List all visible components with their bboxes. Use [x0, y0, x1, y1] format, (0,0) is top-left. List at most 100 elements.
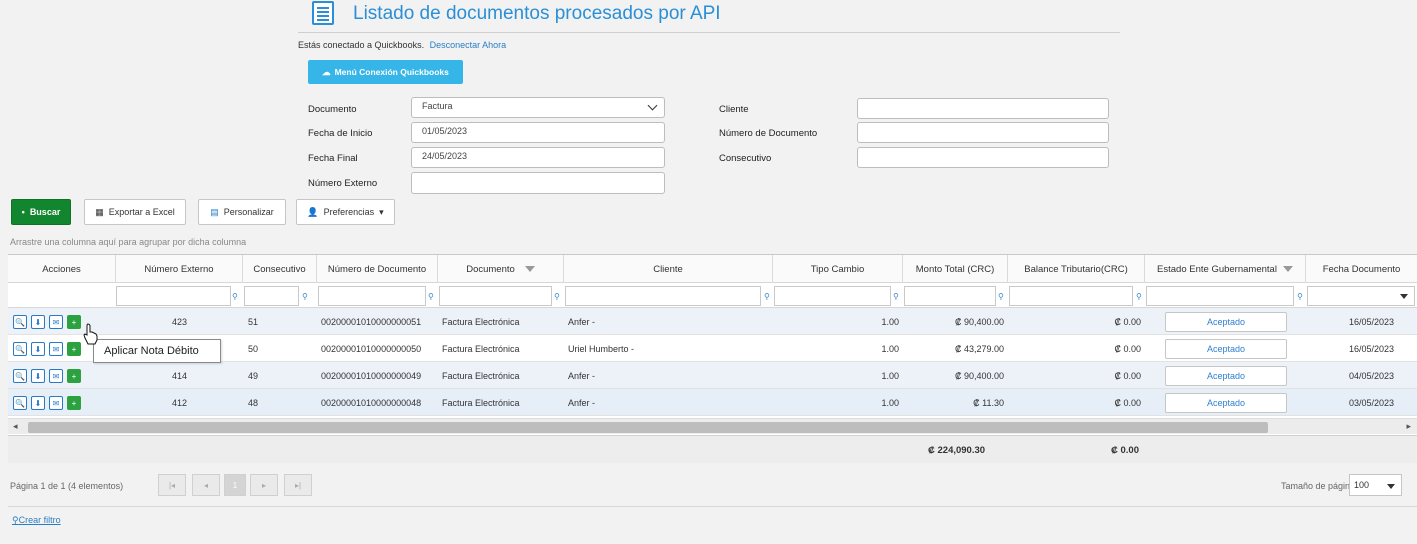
filter-funnel-icon[interactable] [524, 266, 535, 272]
download-icon[interactable]: ⬇ [31, 315, 45, 329]
col-acciones[interactable]: Acciones [8, 255, 116, 283]
col-fecha-documento[interactable]: Fecha Documento [1306, 255, 1417, 283]
download-icon[interactable]: ⬇ [31, 396, 45, 410]
exportar-label: Exportar a Excel [108, 207, 175, 217]
cell-consecutivo: 48 [248, 397, 259, 408]
cell-fecha: 04/05/2023 [1348, 370, 1394, 381]
filter-balance[interactable] [1009, 286, 1133, 306]
action-tooltip: Aplicar Nota Débito [93, 339, 221, 363]
scrollbar-thumb[interactable] [28, 422, 1268, 433]
preferencias-dropdown[interactable]: 👤 Preferencias ▾ [296, 199, 395, 225]
scroll-left-icon[interactable]: ◂ [13, 421, 18, 432]
horizontal-scrollbar[interactable]: ◂ ▸ [8, 418, 1417, 434]
view-icon[interactable]: 🔍 [13, 396, 27, 410]
filter-numero-documento[interactable] [318, 286, 426, 306]
cell-monto-total: ₡ 11.30 [973, 397, 1004, 408]
col-tipo-cambio[interactable]: Tipo Cambio [773, 255, 903, 283]
filter-monto-total[interactable] [904, 286, 996, 306]
col-estado[interactable]: Estado Ente Gubernamental [1145, 255, 1306, 283]
filter-options-icon[interactable]: ⚲ [232, 292, 238, 301]
status-badge[interactable]: Aceptado [1165, 366, 1287, 386]
fecha-inicio-input[interactable]: 01/05/2023 [411, 122, 665, 143]
col-consecutivo[interactable]: Consecutivo [243, 255, 317, 283]
table-row[interactable]: 🔍 ⬇ ✉ + 414 49 00200001010000000049 Fact… [8, 362, 1417, 389]
filter-options-icon[interactable]: ⚲ [1297, 292, 1303, 301]
cell-balance: ₡ 0.00 [1114, 343, 1141, 354]
filter-options-icon[interactable]: ⚲ [764, 292, 770, 301]
next-page-button[interactable]: ▸ [250, 474, 278, 496]
fecha-final-input[interactable]: 24/05/2023 [411, 147, 665, 168]
apply-debit-note-icon[interactable]: + [67, 369, 81, 383]
col-documento[interactable]: Documento [438, 255, 564, 283]
filter-options-icon[interactable]: ⚲ [998, 292, 1004, 301]
cliente-input[interactable] [857, 98, 1109, 119]
disconnect-link[interactable]: Desconectar Ahora [430, 40, 507, 50]
cell-tipo-cambio: 1.00 [881, 316, 899, 327]
cell-numero-externo: 414 [171, 370, 188, 381]
buscar-label: Buscar [29, 207, 61, 217]
status-badge[interactable]: Aceptado [1165, 393, 1287, 413]
table-row[interactable]: 🔍 ⬇ ✉ + 412 48 00200001010000000048 Fact… [8, 389, 1417, 416]
filter-funnel-icon[interactable] [1282, 266, 1293, 272]
exportar-excel-button[interactable]: ▦ Exportar a Excel [84, 199, 186, 225]
filter-options-icon[interactable]: ⚲ [1136, 292, 1142, 301]
table-row[interactable]: 🔍 ⬇ ✉ + 423 51 00200001010000000051 Fact… [8, 308, 1417, 335]
crear-filtro-link[interactable]: ⚲Crear filtro [12, 515, 61, 526]
prev-page-button[interactable]: ◂ [192, 474, 220, 496]
numero-externo-label: Número Externo [308, 178, 378, 189]
filter-documento[interactable] [439, 286, 552, 306]
filter-numero-externo[interactable] [116, 286, 231, 306]
filter-consecutivo[interactable] [244, 286, 299, 306]
total-monto: ₡ 224,090.30 [928, 445, 986, 456]
status-badge[interactable]: Aceptado [1165, 312, 1287, 332]
documento-select[interactable]: Factura [411, 97, 665, 118]
buscar-button[interactable]: • Buscar [11, 199, 71, 225]
connection-status: Estás conectado a Quickbooks. Desconecta… [298, 40, 506, 50]
filter-tipo-cambio[interactable] [774, 286, 891, 306]
col-monto-total[interactable]: Monto Total (CRC) [903, 255, 1008, 283]
col-estado-label: Estado Ente Gubernamental [1157, 263, 1277, 275]
filter-cliente[interactable] [565, 286, 761, 306]
scroll-right-icon[interactable]: ▸ [1406, 421, 1411, 432]
cell-cliente: Anfer - [568, 370, 596, 381]
apply-debit-note-icon[interactable]: + [67, 315, 81, 329]
email-icon[interactable]: ✉ [49, 369, 63, 383]
col-numero-externo[interactable]: Número Externo [116, 255, 243, 283]
filter-fecha[interactable] [1307, 286, 1415, 306]
view-icon[interactable]: 🔍 [13, 369, 27, 383]
download-icon[interactable]: ⬇ [31, 342, 45, 356]
download-icon[interactable]: ⬇ [31, 369, 45, 383]
status-badge[interactable]: Aceptado [1165, 339, 1287, 359]
filter-options-icon[interactable]: ⚲ [428, 292, 434, 301]
apply-debit-note-icon[interactable]: + [67, 342, 81, 356]
col-balance-tributario[interactable]: Balance Tributario(CRC) [1008, 255, 1145, 283]
cell-balance: ₡ 0.00 [1114, 397, 1141, 408]
view-icon[interactable]: 🔍 [13, 315, 27, 329]
email-icon[interactable]: ✉ [49, 342, 63, 356]
email-icon[interactable]: ✉ [49, 315, 63, 329]
first-page-button[interactable]: |◂ [158, 474, 186, 496]
total-balance: ₡ 0.00 [1111, 445, 1139, 456]
filter-row: ⚲ ⚲ ⚲ ⚲ ⚲ ⚲ ⚲ ⚲ ⚲ [8, 283, 1417, 308]
quickbooks-menu-button[interactable]: ☁ Menú Conexión Quickbooks [308, 60, 463, 84]
page-size-select[interactable]: 100 [1349, 474, 1402, 496]
apply-debit-note-icon[interactable]: + [67, 396, 81, 410]
view-icon[interactable]: 🔍 [13, 342, 27, 356]
filter-options-icon[interactable]: ⚲ [554, 292, 560, 301]
filter-estado[interactable] [1146, 286, 1294, 306]
cell-numero-externo: 412 [171, 397, 188, 408]
numero-documento-input[interactable] [857, 122, 1109, 143]
page-number-button[interactable]: 1 [224, 474, 246, 496]
last-page-button[interactable]: ▸| [284, 474, 312, 496]
personalizar-button[interactable]: ▤ Personalizar [198, 199, 286, 225]
col-numero-documento[interactable]: Número de Documento [317, 255, 438, 283]
numero-externo-input[interactable] [411, 172, 665, 194]
filter-options-icon[interactable]: ⚲ [302, 292, 308, 301]
email-icon[interactable]: ✉ [49, 396, 63, 410]
cell-fecha: 16/05/2023 [1348, 316, 1394, 327]
cloud-icon: ☁ [322, 66, 331, 77]
col-cliente[interactable]: Cliente [564, 255, 773, 283]
filter-options-icon[interactable]: ⚲ [893, 292, 899, 301]
crear-filtro-label: Crear filtro [18, 515, 61, 525]
consecutivo-input[interactable] [857, 147, 1109, 168]
